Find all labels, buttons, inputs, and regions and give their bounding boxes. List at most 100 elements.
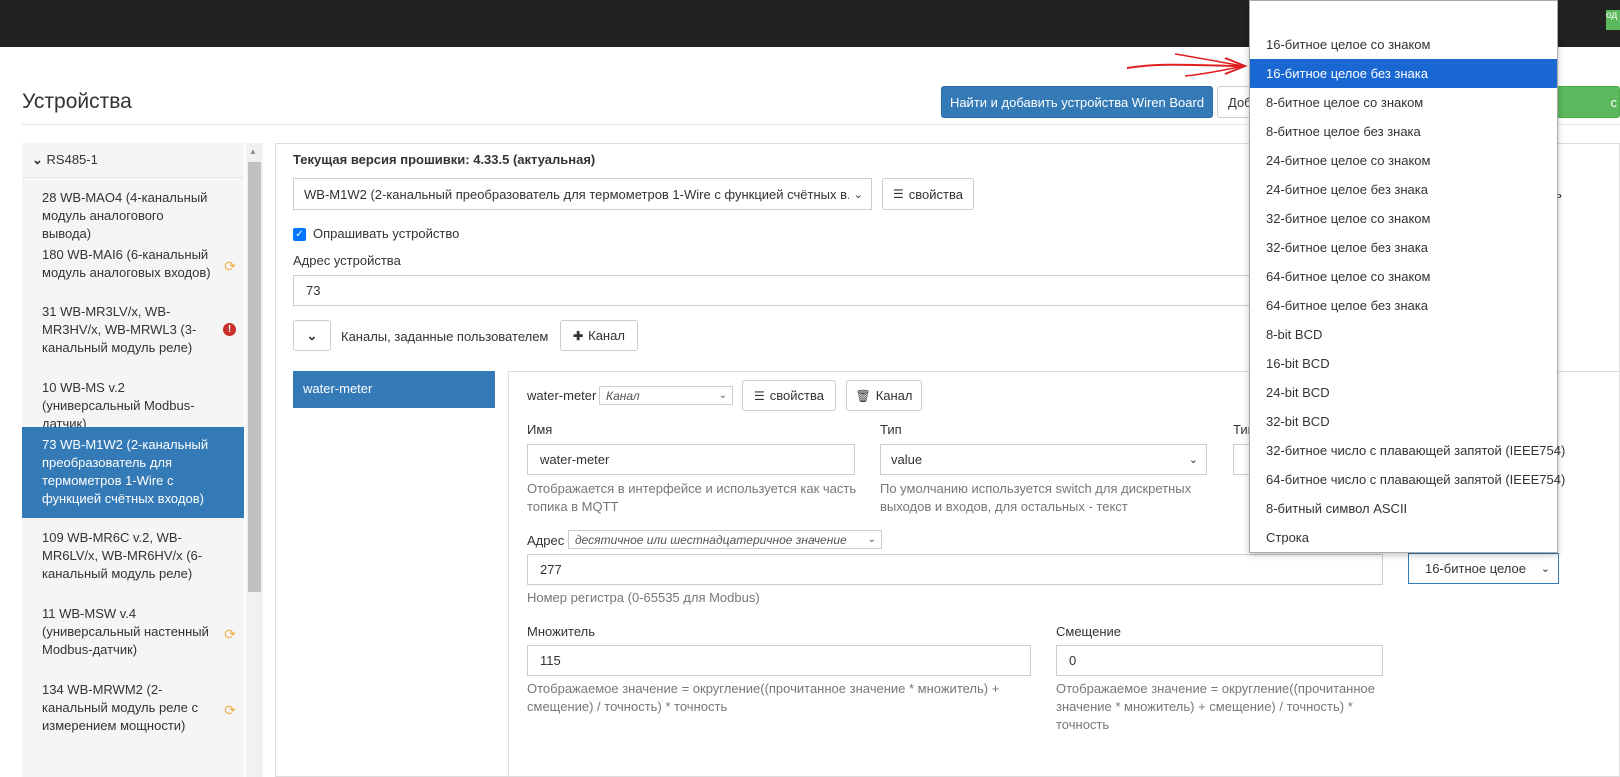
channel-address-value: 277 [540, 562, 562, 577]
channel-properties-button[interactable]: ☰ свойства [742, 380, 836, 411]
register-format-select[interactable]: 16-битное целое ⌄ [1408, 553, 1559, 584]
format-option[interactable]: 8-битное целое со знаком [1250, 88, 1557, 117]
sidebar-item-device[interactable]: 180 WB-MAI6 (6-канальный модуль аналогов… [22, 246, 244, 282]
offset-help: Отображаемое значение = округление((проч… [1056, 681, 1376, 732]
sidebar-item-label: 73 WB-M1W2 (2-канальный преобразователь … [42, 437, 209, 506]
port-label: RS485-1 [46, 152, 98, 167]
format-option[interactable]: 24-битное целое без знака [1250, 175, 1557, 204]
sidebar-item-device[interactable]: 31 WB-MR3LV/x, WB-MR3HV/x, WB-MRWL3 (3-к… [22, 303, 244, 357]
device-address-value: 73 [306, 283, 321, 298]
delete-channel-label: Канал [875, 388, 913, 403]
offset-input[interactable]: 0 [1056, 645, 1383, 676]
error-icon: ! [223, 323, 236, 336]
format-option[interactable]: 8-bit BCD [1250, 320, 1557, 349]
find-add-devices-button[interactable]: Найти и добавить устройства Wiren Board [941, 86, 1213, 118]
sidebar-scroll-thumb[interactable] [248, 162, 261, 592]
chevron-down-icon: ⌄ [1188, 454, 1198, 466]
channel-type-help: По умолчанию используется switch для дис… [880, 481, 1192, 514]
format-option[interactable]: 64-битное целое без знака [1250, 291, 1557, 320]
chevron-down-icon: ⌄ [718, 390, 727, 401]
address-format-select[interactable]: десятичное или шестнадцатеричное значени… [568, 530, 882, 549]
sidebar-item-device[interactable]: 109 WB-MR6C v.2, WB-MR6LV/x, WB-MR6HV/x … [22, 529, 244, 583]
user-channels-label: Каналы, заданные пользователем [341, 329, 549, 344]
format-option[interactable]: 32-битное число с плавающей запятой (IEE… [1250, 436, 1565, 465]
sidebar-item-device[interactable]: 11 WB-MSW v.4 (универсальный настенный M… [22, 605, 244, 659]
add-channel-label: Канал [588, 328, 625, 343]
port-header[interactable]: ⌄ RS485-1 [22, 143, 244, 178]
format-option[interactable]: 8-битное целое без знака [1250, 117, 1557, 146]
device-type-value: WB-M1W2 (2-канальный преобразователь для… [304, 186, 849, 202]
scroll-up-arrow-icon[interactable]: ▲ [249, 147, 257, 156]
device-type-select[interactable]: WB-M1W2 (2-канальный преобразователь для… [293, 178, 872, 210]
offset-label: Смещение [1056, 624, 1122, 639]
channel-type-label: Тип [880, 422, 902, 437]
multiplier-value: 115 [540, 653, 561, 668]
sidebar-item-device[interactable]: 28 WB-MAO4 (4-канальный модуль аналогово… [22, 189, 244, 243]
format-option[interactable]: 8-битный символ ASCII [1250, 494, 1557, 523]
channel-header-name: water-meter [527, 388, 597, 403]
channel-list-item[interactable]: water-meter [293, 371, 495, 408]
format-option[interactable]: 16-битное целое со знаком [1250, 30, 1557, 59]
channel-address-input[interactable]: 277 [527, 554, 1383, 585]
save-button-label: с [1610, 94, 1618, 110]
device-properties-button[interactable]: ☰ свойства [882, 178, 974, 210]
delete-channel-button[interactable]: 🗑 Канал [846, 380, 922, 411]
multiplier-label: Множитель [527, 624, 596, 639]
sidebar-item-label: 11 WB-MSW v.4 (универсальный настенный M… [42, 606, 209, 657]
address-format-value: десятичное или шестнадцатеричное значени… [575, 532, 847, 547]
poll-device-label: Опрашивать устройство [313, 226, 460, 241]
channel-name-help: Отображается в интерфейсе и используется… [527, 481, 857, 514]
sync-icon: ⟳ [224, 702, 236, 718]
channel-name-label: Имя [527, 422, 553, 437]
channel-address-help: Номер регистра (0-65535 для Modbus) [527, 590, 760, 605]
format-option[interactable]: 16-bit BCD [1250, 349, 1557, 378]
device-address-input[interactable]: 73 [293, 275, 1253, 306]
chevron-down-icon: ⌄ [867, 534, 876, 545]
channel-kind-value: Канал [606, 388, 640, 403]
sidebar-item-device-active[interactable]: 73 WB-M1W2 (2-канальный преобразователь … [22, 427, 244, 518]
poll-device-checkbox[interactable]: ✓ [293, 228, 306, 241]
trash-icon: 🗑 [855, 388, 871, 403]
format-option[interactable]: 64-битное число с плавающей запятой (IEE… [1250, 465, 1565, 494]
sidebar-item-label: 28 WB-MAO4 (4-канальный модуль аналогово… [42, 190, 208, 241]
format-option[interactable]: 32-bit BCD [1250, 407, 1557, 436]
sync-icon: ⟳ [224, 626, 236, 642]
annotation-arrow-icon [1126, 53, 1248, 77]
channel-name-value: water-meter [540, 452, 610, 467]
format-option[interactable]: Строка [1250, 523, 1557, 552]
firmware-version: Текущая версия прошивки: 4.33.5 (актуаль… [293, 152, 596, 167]
channel-address-label: Адрес [527, 533, 565, 548]
format-option[interactable]: 24-bit BCD [1250, 378, 1557, 407]
save-button-partial[interactable]: с [1556, 86, 1620, 118]
page-title: Устройства [22, 90, 132, 113]
list-icon: ☰ [754, 388, 765, 403]
list-icon: ☰ [893, 187, 904, 201]
find-add-devices-label: Найти и добавить устройства Wiren Board [949, 94, 1205, 110]
format-option-selected[interactable]: 16-битное целое без знака [1250, 59, 1557, 88]
channel-type-select[interactable]: value ⌄ [880, 444, 1207, 475]
channel-kind-select[interactable]: Канал ⌄ [599, 386, 733, 405]
chevron-down-icon: ⌄ [853, 188, 863, 201]
sidebar-item-label: 10 WB-MS v.2 (универсальный Modbus-датчи… [42, 380, 195, 431]
sidebar-item-device[interactable]: 134 WB-MRWM2 (2-канальный модуль реле с … [22, 681, 244, 735]
channel-name-input[interactable]: water-meter [527, 444, 855, 475]
chevron-down-icon: ⌄ [1540, 563, 1550, 575]
topbar-button-partial[interactable]: од [1606, 10, 1620, 30]
sidebar-item-device[interactable]: 10 WB-MS v.2 (универсальный Modbus-датчи… [22, 379, 244, 433]
format-option[interactable]: 32-битное целое со знаком [1250, 204, 1557, 233]
device-properties-label: свойства [908, 186, 963, 202]
register-format-dropdown: 16-битное целое со знаком 16-битное цело… [1249, 0, 1565, 553]
channel-list-item-label: water-meter [303, 381, 373, 396]
sidebar-item-label: 109 WB-MR6C v.2, WB-MR6LV/x, WB-MR6HV/x … [42, 530, 203, 581]
topbar-button-label: од [1606, 10, 1618, 21]
format-option[interactable]: 32-битное целое без знака [1250, 233, 1557, 262]
channel-type-value: value [891, 452, 923, 467]
offset-value: 0 [1069, 653, 1077, 668]
format-option[interactable]: 64-битное целое со знаком [1250, 262, 1557, 291]
add-channel-button[interactable]: ✚ Канал [560, 320, 638, 351]
multiplier-input[interactable]: 115 [527, 645, 1031, 676]
collapse-channels-button[interactable]: ⌄ [293, 320, 331, 351]
chevron-down-icon: ⌄ [306, 327, 318, 343]
sync-icon: ⟳ [224, 258, 236, 274]
format-option[interactable]: 24-битное целое со знаком [1250, 146, 1557, 175]
